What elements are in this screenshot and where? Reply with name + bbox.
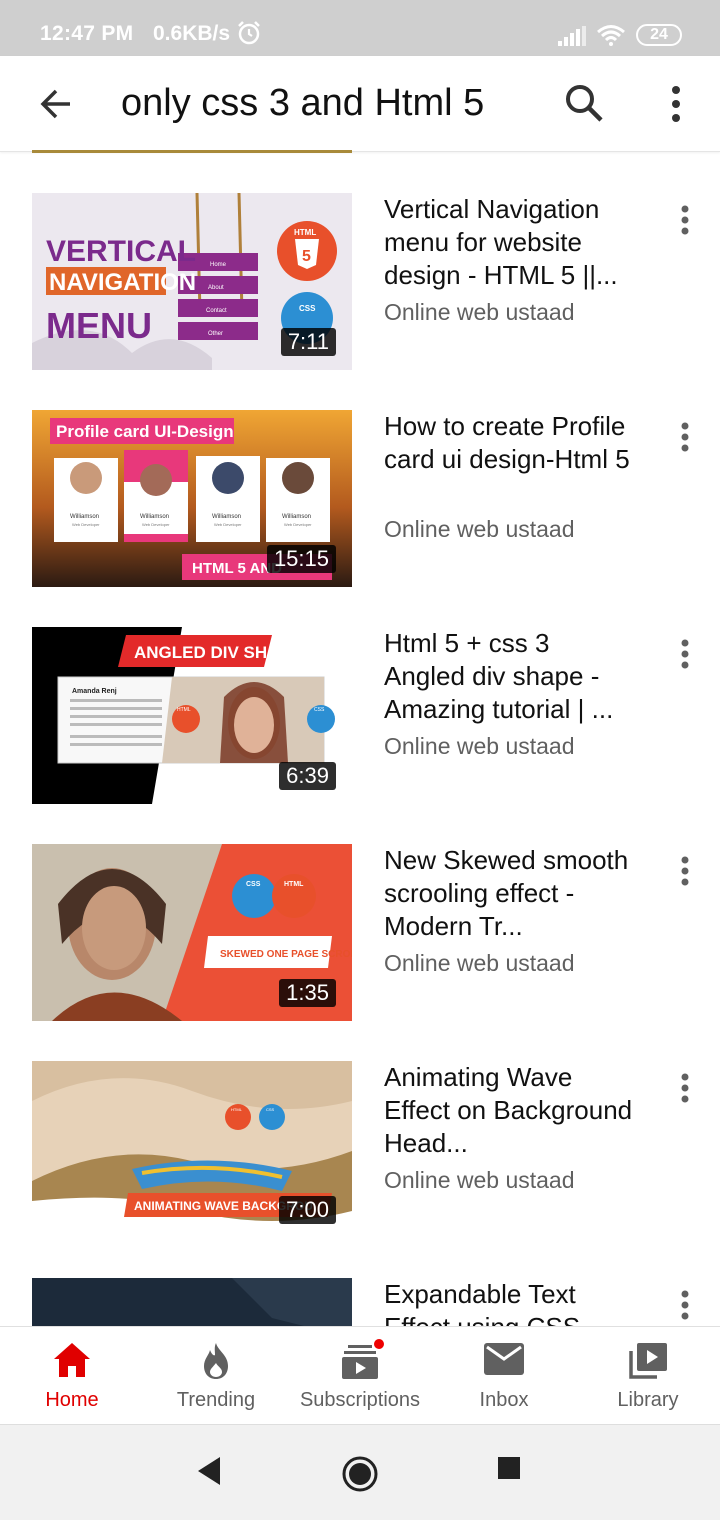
nav-inbox[interactable]: Inbox: [432, 1327, 576, 1425]
video-duration: 15:15: [266, 545, 336, 573]
thumb-text: VERTICAL: [46, 235, 196, 268]
video-channel[interactable]: Online web ustaad: [384, 950, 575, 977]
nav-label: Subscriptions: [299, 1389, 421, 1411]
thumb-text: MENU: [46, 305, 152, 346]
back-arrow-icon[interactable]: [36, 84, 76, 124]
video-duration: 7:00: [279, 1196, 336, 1224]
thumb-text: HTML: [177, 707, 191, 713]
video-title[interactable]: New Skewed smooth scrooling effect - Mod…: [384, 844, 634, 943]
alarm-icon: [238, 21, 260, 45]
thumb-text: Williamson: [140, 514, 169, 520]
home-circle-icon[interactable]: [341, 1455, 379, 1493]
thumb-text: Web Developer: [214, 522, 242, 527]
video-item[interactable]: Profile card UI-Design Williamson Willia…: [0, 410, 720, 588]
video-title[interactable]: How to create Profile card ui design-Htm…: [384, 410, 634, 476]
more-vert-icon[interactable]: [662, 84, 690, 124]
status-bar: 12:47 PM 0.6KB/s 24: [0, 0, 720, 56]
search-results-app-bar: only css 3 and Html 5: [0, 56, 720, 152]
thumb-text: Contact: [206, 308, 227, 314]
signal-icon: [558, 26, 586, 46]
video-thumbnail[interactable]: HTML CSS ANIMATING WAVE BACKGROU 7:00: [32, 1061, 352, 1238]
video-channel[interactable]: Online web ustaad: [384, 733, 575, 760]
video-more-icon[interactable]: [672, 637, 698, 673]
nav-home[interactable]: Home: [0, 1327, 144, 1425]
notification-dot: [372, 1337, 386, 1351]
nav-label: Inbox: [479, 1389, 529, 1411]
thumb-text: HTML: [231, 1107, 243, 1112]
video-thumbnail[interactable]: [32, 1278, 352, 1326]
nav-label: Home: [45, 1389, 99, 1411]
video-more-icon[interactable]: [672, 1288, 698, 1324]
network-speed: 0.6KB/s: [153, 22, 231, 45]
video-results-list: Home About Contact Other VERTICAL NAVIGA…: [0, 152, 720, 1326]
thumb-text: Web Developer: [284, 522, 312, 527]
thumb-text: CSS: [299, 304, 316, 313]
search-query[interactable]: only css 3 and Html 5: [121, 82, 484, 125]
thumb-text: ANGLED DIV SHAPE: [134, 643, 302, 662]
nav-trending[interactable]: Trending: [144, 1327, 288, 1425]
video-channel[interactable]: Online web ustaad: [384, 299, 575, 326]
video-thumbnail[interactable]: ANGLED DIV SHAPE Amanda Renj HTML CSS 6:…: [32, 627, 352, 804]
video-item[interactable]: Home About Contact Other VERTICAL NAVIGA…: [0, 193, 720, 371]
thumb-text: Web Developer: [72, 522, 100, 527]
nav-label: Library: [617, 1389, 679, 1411]
system-navigation-bar: [0, 1424, 720, 1520]
video-item[interactable]: ANGLED DIV SHAPE Amanda Renj HTML CSS 6:…: [0, 627, 720, 805]
inbox-mail-icon: [484, 1343, 524, 1375]
thumb-text: CSS: [314, 707, 325, 713]
library-icon: [629, 1343, 667, 1379]
thumb-text: Williamson: [282, 514, 311, 520]
video-more-icon[interactable]: [672, 854, 698, 890]
back-triangle-icon[interactable]: [196, 1455, 222, 1487]
recents-square-icon[interactable]: [496, 1455, 522, 1481]
video-thumbnail[interactable]: Profile card UI-Design Williamson Willia…: [32, 410, 352, 587]
thumb-text: NAVIGATION: [49, 269, 196, 296]
thumb-text: Web Developer: [142, 522, 170, 527]
thumb-text: Profile card UI-Design: [56, 422, 234, 441]
video-title[interactable]: Animating Wave Effect on Background Head…: [384, 1061, 634, 1160]
nav-subscriptions[interactable]: Subscriptions: [288, 1327, 432, 1425]
video-more-icon[interactable]: [672, 1071, 698, 1107]
video-thumbnail[interactable]: Home About Contact Other VERTICAL NAVIGA…: [32, 193, 352, 370]
svg-text:5: 5: [302, 248, 311, 265]
thumb-text: Other: [208, 331, 223, 337]
bottom-navigation: Home Trending Subscriptions Inbox Librar…: [0, 1326, 720, 1424]
video-item[interactable]: CSS HTML SKEWED ONE PAGE SCROLL 1:35 New…: [0, 844, 720, 1022]
video-duration: 1:35: [279, 979, 336, 1007]
nav-label: Trending: [176, 1389, 256, 1411]
thumb-text: CSS: [266, 1107, 275, 1112]
video-title[interactable]: Html 5 + css 3 Angled div shape - Amazin…: [384, 627, 634, 726]
video-item[interactable]: Expandable Text Effect using CSS: [0, 1278, 720, 1326]
video-duration: 6:39: [279, 762, 336, 790]
video-item[interactable]: HTML CSS ANIMATING WAVE BACKGROU 7:00 An…: [0, 1061, 720, 1239]
video-channel[interactable]: Online web ustaad: [384, 1167, 575, 1194]
thumb-text: HTML: [294, 228, 316, 237]
trending-flame-icon: [204, 1343, 228, 1379]
thumb-text: About: [208, 285, 224, 291]
battery-icon: 24: [636, 24, 682, 46]
video-duration: 7:11: [280, 328, 336, 356]
wifi-icon: [597, 25, 625, 46]
thumb-text: HTML: [284, 881, 304, 888]
thumb-text: Williamson: [70, 514, 99, 520]
video-more-icon[interactable]: [672, 203, 698, 239]
status-time: 12:47 PM: [40, 22, 134, 45]
nav-library[interactable]: Library: [576, 1327, 720, 1425]
video-channel[interactable]: Online web ustaad: [384, 516, 575, 543]
thumb-text: Home: [210, 262, 227, 268]
video-more-icon[interactable]: [672, 420, 698, 456]
thumb-text: CSS: [246, 881, 261, 888]
video-title[interactable]: Expandable Text Effect using CSS: [384, 1278, 634, 1326]
video-thumbnail[interactable]: CSS HTML SKEWED ONE PAGE SCROLL 1:35: [32, 844, 352, 1021]
video-title[interactable]: Vertical Navigation menu for website des…: [384, 193, 634, 292]
thumb-text: SKEWED ONE PAGE SCROLL: [220, 949, 352, 960]
search-icon[interactable]: [563, 82, 605, 124]
home-icon: [54, 1343, 90, 1377]
thumb-text: Amanda Renj: [72, 688, 117, 695]
thumb-text: Williamson: [212, 514, 241, 520]
